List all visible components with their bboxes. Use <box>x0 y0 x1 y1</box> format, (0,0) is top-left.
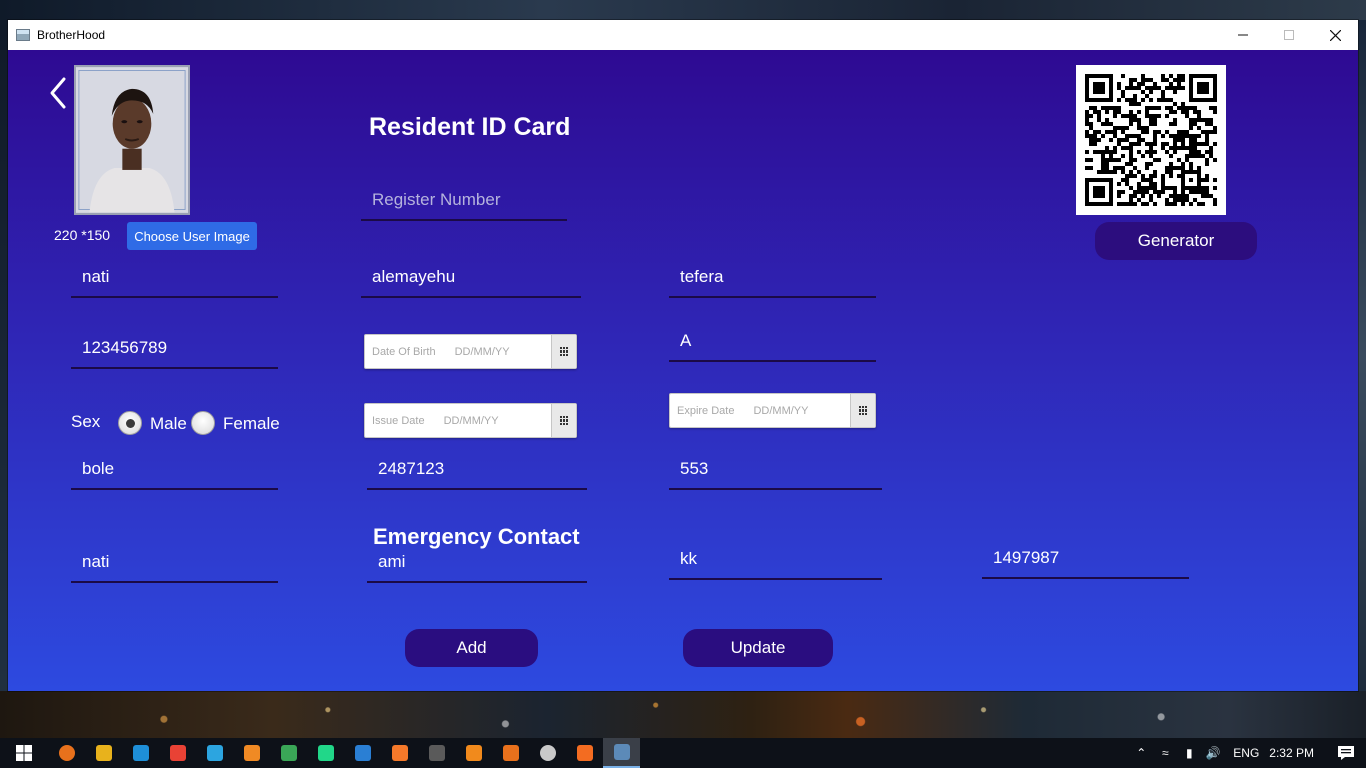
subcity-input[interactable]: bole <box>71 450 278 490</box>
blood-type-input[interactable]: A <box>669 322 876 362</box>
app-window: BrotherHood 220 *150 Choose User Image R… <box>8 20 1358 691</box>
window-controls <box>1220 20 1358 50</box>
female-radio[interactable] <box>191 411 215 435</box>
kebele-input[interactable]: 553 <box>669 450 882 490</box>
app-icon[interactable] <box>270 738 307 768</box>
expire-date-hint: DD/MM/YY <box>753 404 809 417</box>
desktop-wallpaper-right <box>1358 20 1366 692</box>
user-photo-image <box>76 67 188 213</box>
minimize-button[interactable] <box>1220 20 1266 50</box>
issue-date-label: Issue Date <box>372 414 425 427</box>
clock[interactable]: 2:32 PM <box>1269 746 1314 760</box>
calendar-button[interactable] <box>551 335 576 368</box>
back-arrow-icon[interactable] <box>46 75 70 111</box>
window-title: BrotherHood <box>37 28 106 42</box>
date-of-birth-picker[interactable]: Date Of Birth DD/MM/YY <box>364 334 577 369</box>
telegram-icon[interactable] <box>196 738 233 768</box>
photo-size-label: 220 *150 <box>54 227 111 243</box>
last-name-input[interactable]: tefera <box>669 258 876 298</box>
maximize-button[interactable] <box>1266 20 1312 50</box>
action-center-icon <box>1338 746 1354 760</box>
close-button[interactable] <box>1312 20 1358 50</box>
title-bar[interactable]: BrotherHood <box>8 20 1358 50</box>
close-icon <box>1329 29 1341 41</box>
desktop-wallpaper-city <box>0 691 1366 738</box>
desktop-wallpaper-left <box>0 20 8 692</box>
expire-date-picker[interactable]: Expire Date DD/MM/YY <box>669 393 876 428</box>
start-button[interactable] <box>0 738 48 768</box>
user-photo <box>74 65 190 215</box>
middle-name-input[interactable]: alemayehu <box>361 258 581 298</box>
page-title: Resident ID Card <box>369 113 571 141</box>
first-name-input[interactable]: nati <box>71 258 278 298</box>
edge-icon[interactable] <box>122 738 159 768</box>
taskbar: ⌃ ≈ ▮ 🔊 ENG 2:32 PM <box>0 738 1366 768</box>
calendar-button[interactable] <box>551 404 576 437</box>
xampp-icon[interactable] <box>566 738 603 768</box>
emergency-last-name-input[interactable]: kk <box>669 540 882 580</box>
search-app-icon[interactable] <box>492 738 529 768</box>
calendar-icon <box>559 347 569 356</box>
expire-date-label: Expire Date <box>677 404 735 417</box>
battery-icon[interactable]: ▮ <box>1177 746 1201 760</box>
windows-logo-icon <box>16 745 32 761</box>
file-explorer-icon[interactable] <box>85 738 122 768</box>
chrome-canary-icon[interactable] <box>48 738 85 768</box>
emergency-middle-name-input[interactable]: ami <box>367 543 587 583</box>
male-radio[interactable] <box>118 411 142 435</box>
system-tray: ⌃ ≈ ▮ 🔊 ENG 2:32 PM <box>1129 738 1366 768</box>
female-radio-label: Female <box>223 414 280 433</box>
wifi-icon[interactable]: ≈ <box>1153 746 1177 760</box>
form-area: 220 *150 Choose User Image Resident ID C… <box>8 50 1358 691</box>
sublime-icon[interactable] <box>233 738 270 768</box>
house-number-input[interactable]: 2487123 <box>367 450 587 490</box>
calendar-icon <box>559 416 569 425</box>
taskbar-apps <box>48 738 640 768</box>
qr-code <box>1076 65 1226 215</box>
update-button[interactable]: Update <box>683 629 833 667</box>
volume-icon[interactable]: 🔊 <box>1201 746 1225 760</box>
choose-user-image-button[interactable]: Choose User Image <box>127 222 257 250</box>
blender-icon[interactable] <box>381 738 418 768</box>
desktop-wallpaper-top <box>0 0 1366 20</box>
obs-icon[interactable] <box>529 738 566 768</box>
maximize-icon <box>1284 30 1294 40</box>
app-window-icon <box>16 29 30 41</box>
calendar-icon <box>858 406 868 415</box>
vlc-icon[interactable] <box>455 738 492 768</box>
calendar-button[interactable] <box>850 394 875 427</box>
issue-date-hint: DD/MM/YY <box>443 414 499 427</box>
add-button[interactable]: Add <box>405 629 538 667</box>
sex-label: Sex <box>71 412 101 431</box>
qr-code-image <box>1085 74 1217 206</box>
notifications-button[interactable] <box>1326 738 1366 768</box>
java-app-icon[interactable] <box>603 738 640 768</box>
register-number-input[interactable]: Register Number <box>361 181 567 221</box>
emergency-first-name-input[interactable]: nati <box>71 543 278 583</box>
chrome-icon[interactable] <box>159 738 196 768</box>
issue-date-picker[interactable]: Issue Date DD/MM/YY <box>364 403 577 438</box>
generator-button[interactable]: Generator <box>1095 222 1257 260</box>
date-of-birth-label: Date Of Birth <box>372 345 436 358</box>
emergency-phone-input[interactable]: 1497987 <box>982 539 1189 579</box>
male-radio-label: Male <box>150 414 187 433</box>
phone-input[interactable]: 123456789 <box>71 329 278 369</box>
intellij-icon[interactable] <box>418 738 455 768</box>
chevron-up-icon[interactable]: ⌃ <box>1129 746 1153 760</box>
pycharm-icon[interactable] <box>307 738 344 768</box>
vscode-icon[interactable] <box>344 738 381 768</box>
date-of-birth-hint: DD/MM/YY <box>454 345 510 358</box>
language-indicator[interactable]: ENG <box>1233 746 1259 760</box>
minimize-icon <box>1238 34 1248 36</box>
